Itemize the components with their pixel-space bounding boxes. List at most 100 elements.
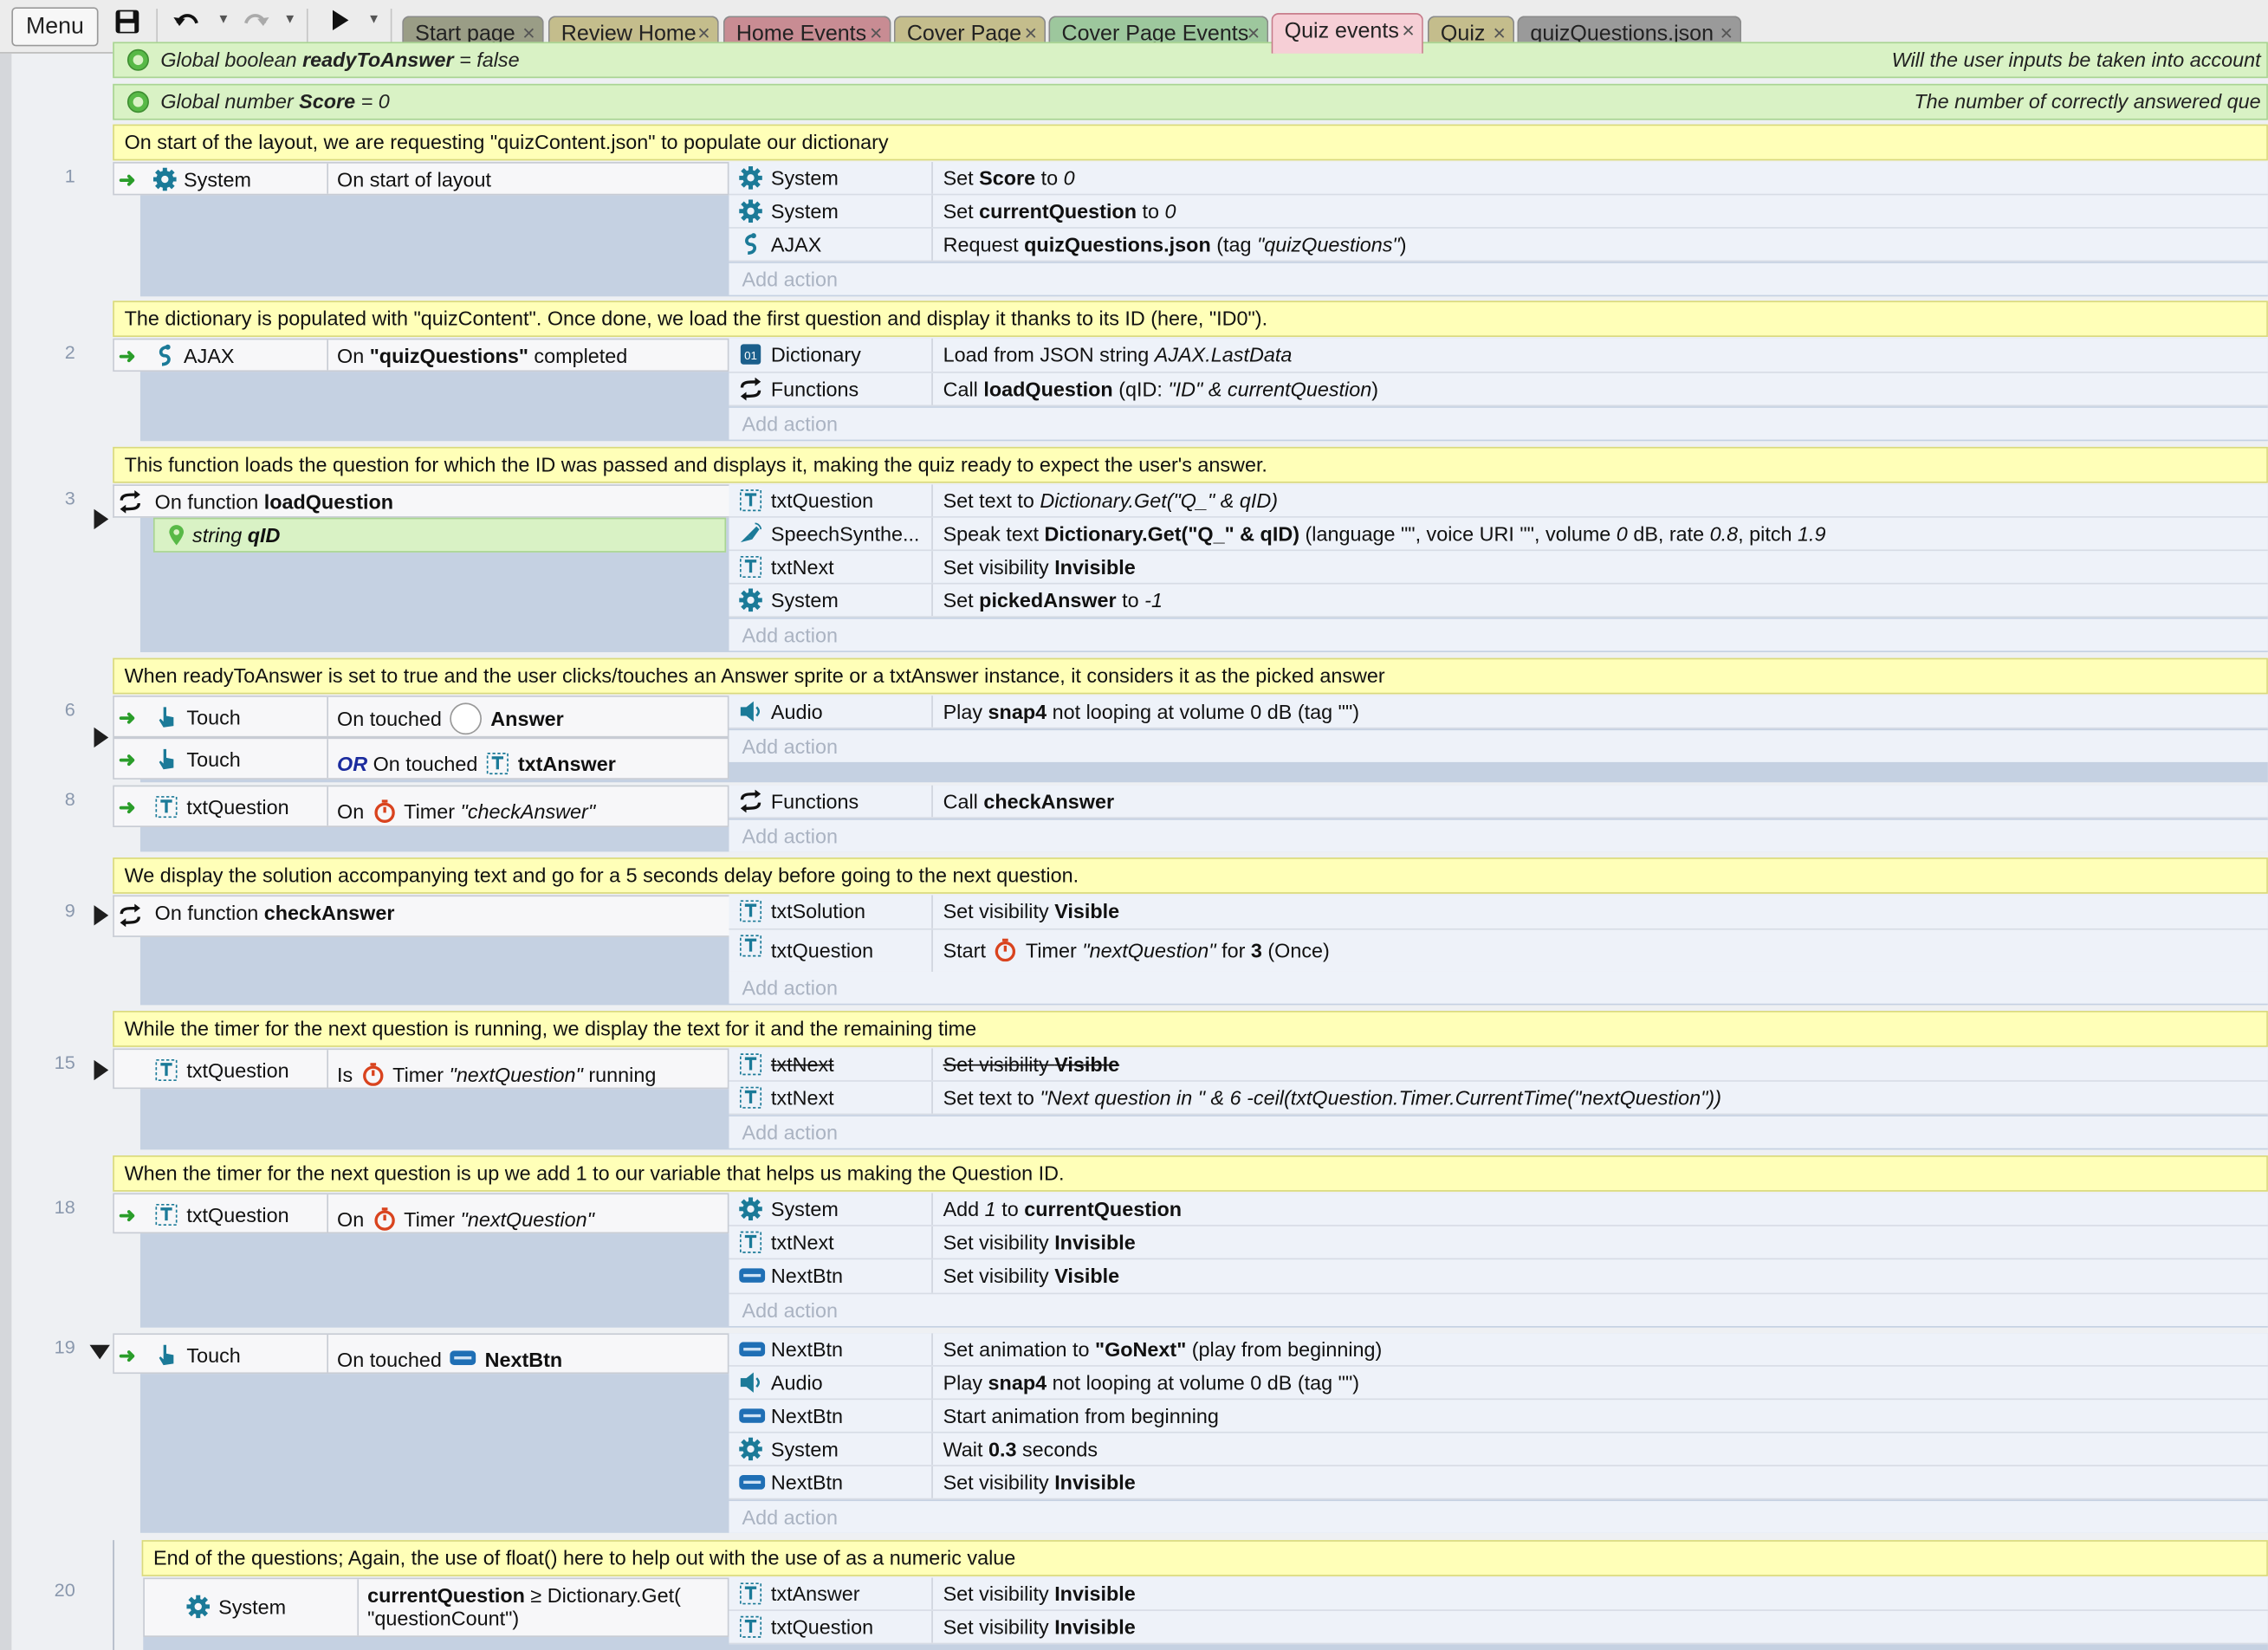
add-action-link[interactable]: Add action [729, 819, 2268, 852]
action-row[interactable]: NextBtn Set animation to "GoNext" (play f… [729, 1333, 2268, 1367]
action-row[interactable]: System Set pickedAnswer to -1 [729, 584, 2268, 618]
expand-arrow-icon[interactable] [94, 727, 109, 748]
action-object[interactable]: txtQuestion [729, 484, 933, 517]
action-row[interactable]: NextBtn Start animation from beginning [729, 1400, 2268, 1433]
action-row[interactable]: NextBtn Set visibility Visible [729, 1259, 2268, 1295]
condition-object[interactable]: Touch [142, 696, 328, 736]
action-row[interactable]: Audio Play snap4 not looping at volume 0 … [729, 696, 2268, 729]
action-row[interactable]: NextBtn Set visibility Invisible [729, 1466, 2268, 1500]
comment[interactable]: This function loads the question for whi… [113, 446, 2268, 483]
add-action-link[interactable]: Add action [729, 1116, 2268, 1149]
action-row[interactable]: System Add 1 to currentQuestion [729, 1193, 2268, 1226]
action-row[interactable]: Functions Call loadQuestion (qID: "ID" & … [729, 372, 2268, 407]
play-dropdown-caret-icon[interactable]: ▼ [367, 11, 380, 26]
condition-row[interactable]: ➜ Touch OR On touched txtAnswer [113, 737, 729, 780]
action-row[interactable]: txtNext Set visibility Invisible [729, 551, 2268, 585]
condition-row[interactable]: ➜ System On start of layout [113, 161, 729, 196]
condition-row[interactable]: ➜ AJAX On "quizQuestions" completed [113, 338, 729, 372]
action-object[interactable]: txtAnswer [729, 1577, 933, 1610]
action-row[interactable]: System Set Score to 0 [729, 161, 2268, 196]
condition-row[interactable]: ➜ txtQuestion On Timer "checkAnswer" [113, 785, 729, 828]
condition-object[interactable]: Touch [142, 1335, 328, 1373]
expand-arrow-icon[interactable] [94, 508, 109, 530]
action-object[interactable]: SpeechSynthe... [729, 517, 933, 550]
action-row[interactable]: Functions Call checkAnswer [729, 785, 2268, 819]
undo-dropdown-caret-icon[interactable]: ▼ [217, 11, 230, 26]
action-row[interactable]: System Wait 0.3 seconds [729, 1433, 2268, 1466]
action-object[interactable]: txtQuestion [729, 929, 933, 972]
condition-object[interactable]: txtQuestion [142, 1194, 328, 1233]
action-object[interactable]: txtNext [729, 1081, 933, 1114]
comment[interactable]: We display the solution accompanying tex… [113, 857, 2268, 894]
action-object[interactable]: txtNext [729, 1226, 933, 1259]
action-object[interactable]: System [729, 161, 933, 194]
condition-row[interactable]: ➜ txtQuestion On Timer "nextQuestion" [113, 1193, 729, 1234]
action-object[interactable]: Functions [729, 372, 933, 405]
function-parameter[interactable]: string qID [152, 517, 727, 553]
comment[interactable]: While the timer for the next question is… [113, 1011, 2268, 1047]
condition-row[interactable]: txtQuestion Is Timer "nextQuestion" runn… [113, 1048, 729, 1090]
action-row[interactable]: txtQuestion Set text to Dictionary.Get("Q… [729, 484, 2268, 518]
action-object[interactable]: NextBtn [729, 1466, 933, 1498]
function-condition-row[interactable]: On function checkAnswer [113, 895, 729, 937]
action-object[interactable]: txtNext [729, 1048, 933, 1081]
action-object[interactable]: System [729, 1193, 933, 1226]
condition-object[interactable]: AJAX [142, 340, 328, 371]
action-object[interactable]: Audio [729, 696, 933, 728]
undo-icon[interactable] [171, 9, 203, 43]
function-condition-row[interactable]: On function loadQuestion [113, 484, 729, 518]
condition-object[interactable]: txtQuestion [142, 1050, 328, 1088]
condition-object[interactable]: txtQuestion [142, 786, 328, 826]
action-row[interactable]: SpeechSynthe... Speak text Dictionary.Get… [729, 517, 2268, 552]
action-object[interactable]: AJAX [729, 228, 933, 261]
redo-dropdown-caret-icon[interactable]: ▼ [283, 11, 296, 26]
condition-row[interactable]: System currentQuestion ≥ Dictionary.Get(… [143, 1577, 729, 1637]
add-action-link[interactable]: Add action [729, 971, 2268, 1004]
action-object[interactable]: System [729, 195, 933, 228]
action-object[interactable]: txtNext [729, 551, 933, 583]
tab-quiz-events[interactable]: Quiz events × [1271, 13, 1423, 54]
condition-object[interactable]: Touch [142, 739, 328, 779]
action-object[interactable]: NextBtn [729, 1259, 933, 1293]
action-object[interactable]: txtSolution [729, 895, 933, 929]
action-row[interactable]: txtAnswer Set visibility Invisible [729, 1577, 2268, 1611]
redo-icon[interactable] [240, 9, 272, 43]
action-row[interactable]: txtQuestion Set visibility Invisible [729, 1610, 2268, 1645]
condition-row[interactable]: ➜ Touch On touched NextBtn [113, 1333, 729, 1375]
action-object[interactable]: NextBtn [729, 1400, 933, 1432]
condition-object[interactable]: System [142, 163, 328, 194]
action-row[interactable]: AJAX Request quizQuestions.json (tag "qui… [729, 228, 2268, 262]
play-icon[interactable] [327, 9, 353, 43]
expand-arrow-icon[interactable] [94, 1059, 109, 1081]
action-row[interactable]: txtSolution Set visibility Visible [729, 895, 2268, 930]
comment[interactable]: The dictionary is populated with "quizCo… [113, 301, 2268, 338]
add-action-link[interactable]: Add action [729, 262, 2268, 295]
comment[interactable]: When readyToAnswer is set to true and th… [113, 657, 2268, 695]
add-action-link[interactable]: Add action [729, 1501, 2268, 1533]
condition-object[interactable]: System [145, 1579, 360, 1636]
action-object[interactable]: txtQuestion [729, 1610, 933, 1643]
add-action-link[interactable]: Add action [729, 730, 2268, 762]
action-row[interactable]: txtNext Set visibility Visible [729, 1048, 2268, 1082]
action-row[interactable]: Audio Play snap4 not looping at volume 0 … [729, 1366, 2268, 1401]
action-object[interactable]: NextBtn [729, 1333, 933, 1366]
expand-arrow-icon[interactable] [94, 905, 109, 926]
action-object[interactable]: System [729, 584, 933, 617]
action-row[interactable]: System Set currentQuestion to 0 [729, 195, 2268, 229]
action-object[interactable]: Functions [729, 785, 933, 818]
add-action-link[interactable]: Add action [729, 1294, 2268, 1327]
comment[interactable]: End of the questions; Again, the use of … [141, 1540, 2268, 1576]
comment[interactable]: On start of the layout, we are requestin… [113, 124, 2268, 161]
action-row[interactable]: 01 Dictionary Load from JSON string AJAX.L… [729, 338, 2268, 373]
action-object[interactable]: Audio [729, 1366, 933, 1399]
action-row[interactable]: txtNext Set visibility Invisible [729, 1226, 2268, 1260]
action-object[interactable]: 01 Dictionary [729, 338, 933, 372]
add-action-link[interactable]: Add action [729, 618, 2268, 651]
collapse-arrow-icon[interactable] [89, 1344, 110, 1360]
global-variable-ready-to-answer[interactable]: Global boolean readyToAnswer = false Wil… [113, 42, 2268, 79]
add-action-link[interactable]: Add action [729, 407, 2268, 440]
save-icon[interactable] [113, 9, 141, 43]
menu-button[interactable]: Menu [11, 7, 99, 47]
action-row[interactable]: txtQuestion Start Timer "nextQuestion" fo… [729, 929, 2268, 974]
action-row[interactable]: txtNext Set text to "Next question in " &… [729, 1081, 2268, 1116]
